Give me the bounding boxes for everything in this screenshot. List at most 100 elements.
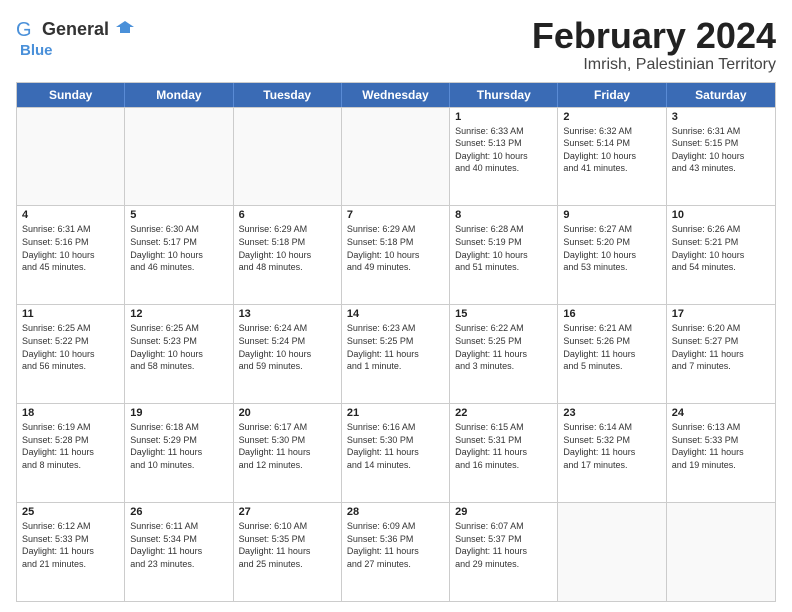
day-info: Sunrise: 6:21 AM Sunset: 5:26 PM Dayligh…	[563, 322, 660, 372]
calendar-cell-1-3: 7 Sunrise: 6:29 AM Sunset: 5:18 PM Daylig…	[342, 206, 450, 304]
day-info: Sunrise: 6:27 AM Sunset: 5:20 PM Dayligh…	[563, 223, 660, 273]
calendar-cell-3-5: 23 Sunrise: 6:14 AM Sunset: 5:32 PM Dayli…	[558, 404, 666, 502]
calendar-row-0: 1Sunrise: 6:33 AM Sunset: 5:13 PM Daylig…	[17, 107, 775, 206]
day-number: 29	[455, 506, 552, 518]
day-info: Sunrise: 6:26 AM Sunset: 5:21 PM Dayligh…	[672, 223, 770, 273]
calendar-cell-0-2	[234, 108, 342, 206]
calendar-cell-0-0	[17, 108, 125, 206]
calendar-cell-3-1: 19 Sunrise: 6:18 AM Sunset: 5:29 PM Dayli…	[125, 404, 233, 502]
day-number: 8	[455, 209, 552, 221]
header-friday: Friday	[558, 83, 666, 107]
day-number: 15	[455, 308, 552, 320]
logo-general: General	[42, 19, 109, 39]
day-number: 26	[130, 506, 227, 518]
calendar-cell-0-3	[342, 108, 450, 206]
calendar-cell-3-4: 22 Sunrise: 6:15 AM Sunset: 5:31 PM Dayli…	[450, 404, 558, 502]
day-number: 11	[22, 308, 119, 320]
header-saturday: Saturday	[667, 83, 775, 107]
day-info: Sunrise: 6:09 AM Sunset: 5:36 PM Dayligh…	[347, 520, 444, 570]
day-number: 14	[347, 308, 444, 320]
day-number: 23	[563, 407, 660, 419]
day-info: Sunrise: 6:16 AM Sunset: 5:30 PM Dayligh…	[347, 421, 444, 471]
bird-icon	[116, 19, 134, 35]
day-number: 28	[347, 506, 444, 518]
day-info: Sunrise: 6:24 AM Sunset: 5:24 PM Dayligh…	[239, 322, 336, 372]
header-monday: Monday	[125, 83, 233, 107]
day-info: Sunrise: 6:10 AM Sunset: 5:35 PM Dayligh…	[239, 520, 336, 570]
calendar-cell-3-6: 24 Sunrise: 6:13 AM Sunset: 5:33 PM Dayli…	[667, 404, 775, 502]
day-info: Sunrise: 6:29 AM Sunset: 5:18 PM Dayligh…	[239, 223, 336, 273]
day-info: Sunrise: 6:28 AM Sunset: 5:19 PM Dayligh…	[455, 223, 552, 273]
day-info: Sunrise: 6:11 AM Sunset: 5:34 PM Dayligh…	[130, 520, 227, 570]
logo-icon: G	[16, 16, 42, 42]
day-info: Sunrise: 6:13 AM Sunset: 5:33 PM Dayligh…	[672, 421, 770, 471]
calendar-cell-1-1: 5 Sunrise: 6:30 AM Sunset: 5:17 PM Daylig…	[125, 206, 233, 304]
day-info: Sunrise: 6:25 AM Sunset: 5:23 PM Dayligh…	[130, 322, 227, 372]
logo-blue: Blue	[20, 42, 53, 59]
calendar-cell-1-0: 4 Sunrise: 6:31 AM Sunset: 5:16 PM Daylig…	[17, 206, 125, 304]
day-info: Sunrise: 6:17 AM Sunset: 5:30 PM Dayligh…	[239, 421, 336, 471]
day-number: 7	[347, 209, 444, 221]
calendar-cell-2-4: 15 Sunrise: 6:22 AM Sunset: 5:25 PM Dayli…	[450, 305, 558, 403]
day-number: 10	[672, 209, 770, 221]
day-info: Sunrise: 6:18 AM Sunset: 5:29 PM Dayligh…	[130, 421, 227, 471]
day-number: 27	[239, 506, 336, 518]
calendar-cell-2-0: 11 Sunrise: 6:25 AM Sunset: 5:22 PM Dayli…	[17, 305, 125, 403]
calendar-row-1: 4 Sunrise: 6:31 AM Sunset: 5:16 PM Daylig…	[17, 205, 775, 304]
header-thursday: Thursday	[450, 83, 558, 107]
svg-text:G: G	[16, 19, 32, 41]
day-info: Sunrise: 6:33 AM Sunset: 5:13 PM Dayligh…	[455, 125, 552, 175]
day-number: 25	[22, 506, 119, 518]
day-info: Sunrise: 6:30 AM Sunset: 5:17 PM Dayligh…	[130, 223, 227, 273]
day-number: 13	[239, 308, 336, 320]
calendar-cell-4-5	[558, 503, 666, 601]
page-title: February 2024	[532, 16, 776, 56]
day-info: Sunrise: 6:12 AM Sunset: 5:33 PM Dayligh…	[22, 520, 119, 570]
calendar-cell-1-4: 8 Sunrise: 6:28 AM Sunset: 5:19 PM Daylig…	[450, 206, 558, 304]
calendar-cell-4-6	[667, 503, 775, 601]
page-subtitle: Imrish, Palestinian Territory	[532, 56, 776, 74]
day-number: 9	[563, 209, 660, 221]
day-info: Sunrise: 6:23 AM Sunset: 5:25 PM Dayligh…	[347, 322, 444, 372]
day-info: Sunrise: 6:31 AM Sunset: 5:16 PM Dayligh…	[22, 223, 119, 273]
day-info: Sunrise: 6:32 AM Sunset: 5:14 PM Dayligh…	[563, 125, 660, 175]
calendar-row-2: 11 Sunrise: 6:25 AM Sunset: 5:22 PM Dayli…	[17, 304, 775, 403]
calendar-cell-3-0: 18 Sunrise: 6:19 AM Sunset: 5:28 PM Dayli…	[17, 404, 125, 502]
calendar-header: Sunday Monday Tuesday Wednesday Thursday…	[17, 83, 775, 107]
day-info: Sunrise: 6:22 AM Sunset: 5:25 PM Dayligh…	[455, 322, 552, 372]
day-info: Sunrise: 6:07 AM Sunset: 5:37 PM Dayligh…	[455, 520, 552, 570]
day-number: 12	[130, 308, 227, 320]
day-number: 2	[563, 111, 660, 123]
calendar-cell-3-3: 21Sunrise: 6:16 AM Sunset: 5:30 PM Dayli…	[342, 404, 450, 502]
day-number: 20	[239, 407, 336, 419]
day-info: Sunrise: 6:29 AM Sunset: 5:18 PM Dayligh…	[347, 223, 444, 273]
day-info: Sunrise: 6:20 AM Sunset: 5:27 PM Dayligh…	[672, 322, 770, 372]
page: G General Blue February 2024 Imrish, Pal…	[0, 0, 792, 612]
day-info: Sunrise: 6:31 AM Sunset: 5:15 PM Dayligh…	[672, 125, 770, 175]
day-number: 4	[22, 209, 119, 221]
calendar-cell-2-3: 14 Sunrise: 6:23 AM Sunset: 5:25 PM Dayli…	[342, 305, 450, 403]
header-sunday: Sunday	[17, 83, 125, 107]
day-info: Sunrise: 6:25 AM Sunset: 5:22 PM Dayligh…	[22, 322, 119, 372]
calendar-cell-0-5: 2 Sunrise: 6:32 AM Sunset: 5:14 PM Daylig…	[558, 108, 666, 206]
header-wednesday: Wednesday	[342, 83, 450, 107]
title-block: February 2024 Imrish, Palestinian Territ…	[532, 16, 776, 74]
day-info: Sunrise: 6:14 AM Sunset: 5:32 PM Dayligh…	[563, 421, 660, 471]
day-number: 22	[455, 407, 552, 419]
day-number: 18	[22, 407, 119, 419]
day-number: 5	[130, 209, 227, 221]
day-number: 3	[672, 111, 770, 123]
day-info: Sunrise: 6:19 AM Sunset: 5:28 PM Dayligh…	[22, 421, 119, 471]
day-number: 16	[563, 308, 660, 320]
calendar-cell-3-2: 20 Sunrise: 6:17 AM Sunset: 5:30 PM Dayli…	[234, 404, 342, 502]
day-number: 19	[130, 407, 227, 419]
header: G General Blue February 2024 Imrish, Pal…	[16, 16, 776, 74]
calendar-cell-4-2: 27 Sunrise: 6:10 AM Sunset: 5:35 PM Dayli…	[234, 503, 342, 601]
calendar-cell-0-4: 1Sunrise: 6:33 AM Sunset: 5:13 PM Daylig…	[450, 108, 558, 206]
day-info: Sunrise: 6:15 AM Sunset: 5:31 PM Dayligh…	[455, 421, 552, 471]
calendar-cell-2-6: 17Sunrise: 6:20 AM Sunset: 5:27 PM Dayli…	[667, 305, 775, 403]
day-number: 24	[672, 407, 770, 419]
calendar-cell-2-5: 16 Sunrise: 6:21 AM Sunset: 5:26 PM Dayli…	[558, 305, 666, 403]
calendar-cell-2-1: 12 Sunrise: 6:25 AM Sunset: 5:23 PM Dayli…	[125, 305, 233, 403]
calendar-row-4: 25 Sunrise: 6:12 AM Sunset: 5:33 PM Dayli…	[17, 502, 775, 601]
